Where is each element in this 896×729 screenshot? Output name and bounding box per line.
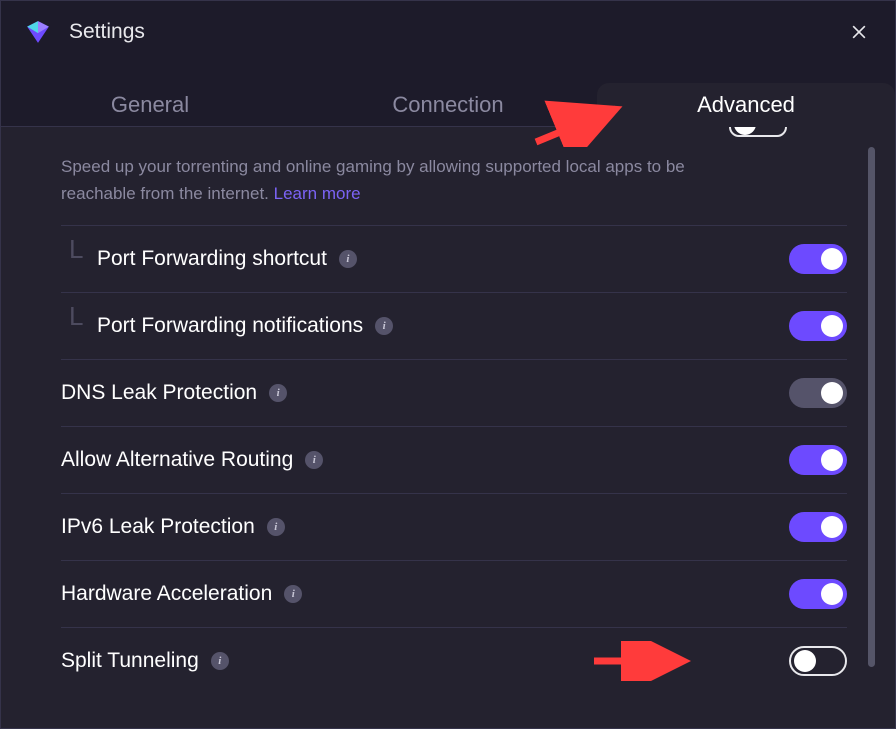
sub-indicator-icon: L xyxy=(69,234,83,265)
setting-port-forwarding-notifications: L Port Forwarding notifications i xyxy=(61,292,847,359)
setting-dns-leak-protection: DNS Leak Protection i xyxy=(61,359,847,426)
app-logo-icon xyxy=(25,19,51,45)
close-icon xyxy=(849,22,869,42)
hardware-acceleration-toggle[interactable] xyxy=(789,579,847,609)
setting-label: IPv6 Leak Protection xyxy=(61,515,255,539)
setting-split-tunneling: Split Tunneling i xyxy=(61,627,847,694)
info-icon[interactable]: i xyxy=(375,317,393,335)
info-icon[interactable]: i xyxy=(284,585,302,603)
setting-label: Port Forwarding notifications xyxy=(97,314,363,338)
ipv6-leak-protection-toggle[interactable] xyxy=(789,512,847,542)
tab-label: General xyxy=(111,92,189,118)
setting-port-forwarding-shortcut: L Port Forwarding shortcut i xyxy=(61,225,847,292)
setting-label: Allow Alternative Routing xyxy=(61,448,293,472)
learn-more-link[interactable]: Learn more xyxy=(274,184,361,203)
dns-leak-protection-toggle[interactable] xyxy=(789,378,847,408)
tab-connection[interactable]: Connection xyxy=(299,83,597,127)
info-icon[interactable]: i xyxy=(269,384,287,402)
setting-label: Split Tunneling xyxy=(61,649,199,673)
sub-indicator-icon: L xyxy=(69,301,83,332)
tab-label: Advanced xyxy=(697,92,795,118)
setting-label: Hardware Acceleration xyxy=(61,582,272,606)
window-title: Settings xyxy=(69,20,145,44)
settings-content: Port Forwarding Speed up your torrenting… xyxy=(1,127,895,728)
port-forwarding-toggle[interactable] xyxy=(729,127,787,137)
info-icon[interactable]: i xyxy=(305,451,323,469)
setting-allow-alternative-routing: Allow Alternative Routing i xyxy=(61,426,847,493)
info-icon[interactable]: i xyxy=(267,518,285,536)
info-icon[interactable]: i xyxy=(211,652,229,670)
scrollbar[interactable] xyxy=(868,147,875,667)
tab-advanced[interactable]: Advanced xyxy=(597,83,895,127)
port-forwarding-description: Speed up your torrenting and online gami… xyxy=(61,153,741,207)
allow-alternative-routing-toggle[interactable] xyxy=(789,445,847,475)
port-forwarding-notifications-toggle[interactable] xyxy=(789,311,847,341)
info-icon[interactable]: i xyxy=(339,250,357,268)
setting-ipv6-leak-protection: IPv6 Leak Protection i xyxy=(61,493,847,560)
port-forwarding-shortcut-toggle[interactable] xyxy=(789,244,847,274)
tab-bar: General Connection Advanced xyxy=(1,63,895,127)
setting-hardware-acceleration: Hardware Acceleration i xyxy=(61,560,847,627)
split-tunneling-toggle[interactable] xyxy=(789,646,847,676)
setting-label: Port Forwarding shortcut xyxy=(97,247,327,271)
close-button[interactable] xyxy=(847,20,871,44)
tab-general[interactable]: General xyxy=(1,83,299,127)
tab-label: Connection xyxy=(392,92,503,118)
title-bar: Settings xyxy=(1,1,895,63)
setting-label: DNS Leak Protection xyxy=(61,381,257,405)
